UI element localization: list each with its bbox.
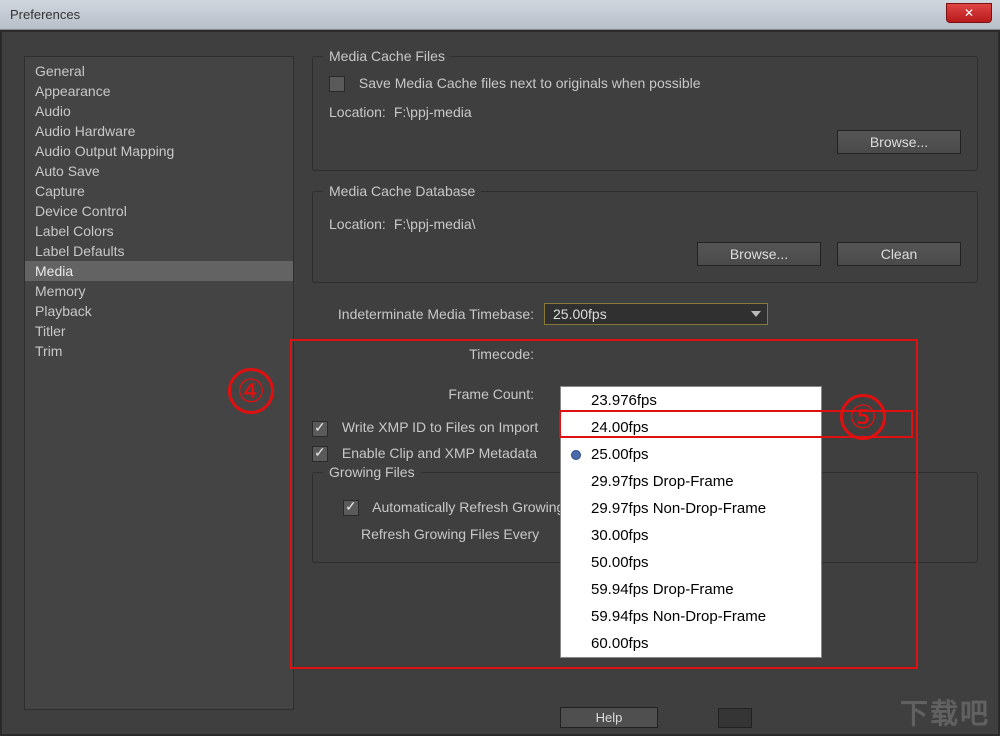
browse-button[interactable]: Browse... [837, 130, 961, 154]
media-cache-db-group: Media Cache Database Location: F:\ppj-me… [312, 191, 978, 283]
timebase-option[interactable]: 29.97fps Non-Drop-Frame [561, 495, 821, 522]
timebase-option[interactable]: 59.94fps Non-Drop-Frame [561, 603, 821, 630]
window-body: GeneralAppearanceAudioAudio HardwareAudi… [0, 30, 1000, 736]
close-icon: ✕ [964, 6, 974, 20]
location-value: F:\ppj-media [394, 104, 472, 120]
timebase-option[interactable]: 59.94fps Drop-Frame [561, 576, 821, 603]
save-next-label: Save Media Cache files next to originals… [359, 75, 701, 91]
clean-button[interactable]: Clean [837, 242, 961, 266]
xmp-write-checkbox[interactable] [312, 421, 328, 437]
media-cache-files-group: Media Cache Files Save Media Cache files… [312, 56, 978, 171]
location-label: Location: [329, 216, 386, 232]
timebase-option[interactable]: 30.00fps [561, 522, 821, 549]
sidebar-item-capture[interactable]: Capture [25, 181, 293, 201]
xmp-link-label: Enable Clip and XMP Metadata [342, 445, 537, 461]
watermark: 下载吧 [900, 692, 990, 732]
sidebar-item-trim[interactable]: Trim [25, 341, 293, 361]
chevron-down-icon [751, 311, 761, 317]
sidebar-item-media[interactable]: Media [25, 261, 293, 281]
timebase-option[interactable]: 60.00fps [561, 630, 821, 657]
timebase-option[interactable]: 25.00fps [561, 441, 821, 468]
dialog-button[interactable] [718, 708, 752, 728]
sidebar-item-auto-save[interactable]: Auto Save [25, 161, 293, 181]
location-value: F:\ppj-media\ [394, 216, 476, 232]
xmp-link-checkbox[interactable] [312, 446, 328, 462]
group-title: Media Cache Files [323, 48, 451, 64]
timebase-option[interactable]: 24.00fps [561, 414, 821, 441]
help-button[interactable]: Help [560, 707, 658, 728]
timebase-option[interactable]: 23.976fps [561, 387, 821, 414]
sidebar-item-audio-hardware[interactable]: Audio Hardware [25, 121, 293, 141]
group-title: Growing Files [323, 464, 421, 480]
framecount-label: Frame Count: [312, 383, 544, 405]
group-title: Media Cache Database [323, 183, 481, 199]
window-title: Preferences [10, 7, 80, 22]
sidebar-item-memory[interactable]: Memory [25, 281, 293, 301]
location-label: Location: [329, 104, 386, 120]
close-button[interactable]: ✕ [946, 3, 992, 23]
timebase-dropdown[interactable]: 25.00fps [544, 303, 768, 325]
save-next-checkbox[interactable] [329, 76, 345, 92]
sidebar-item-appearance[interactable]: Appearance [25, 81, 293, 101]
browse-button[interactable]: Browse... [697, 242, 821, 266]
sidebar-item-label-colors[interactable]: Label Colors [25, 221, 293, 241]
timebase-label: Indeterminate Media Timebase: [312, 303, 544, 325]
timebase-value: 25.00fps [553, 306, 607, 322]
sidebar-item-playback[interactable]: Playback [25, 301, 293, 321]
sidebar-item-label-defaults[interactable]: Label Defaults [25, 241, 293, 261]
xmp-write-label: Write XMP ID to Files on Import [342, 419, 538, 435]
timebase-option[interactable]: 29.97fps Drop-Frame [561, 468, 821, 495]
titlebar: Preferences ✕ [0, 0, 1000, 30]
sidebar-item-audio-output-mapping[interactable]: Audio Output Mapping [25, 141, 293, 161]
preferences-sidebar: GeneralAppearanceAudioAudio HardwareAudi… [24, 56, 294, 710]
timecode-label: Timecode: [312, 343, 544, 365]
auto-refresh-checkbox[interactable] [343, 500, 359, 516]
sidebar-item-general[interactable]: General [25, 61, 293, 81]
sidebar-item-device-control[interactable]: Device Control [25, 201, 293, 221]
sidebar-item-titler[interactable]: Titler [25, 321, 293, 341]
timebase-option[interactable]: 50.00fps [561, 549, 821, 576]
timebase-dropdown-list: 23.976fps24.00fps25.00fps29.97fps Drop-F… [560, 386, 822, 658]
sidebar-item-audio[interactable]: Audio [25, 101, 293, 121]
